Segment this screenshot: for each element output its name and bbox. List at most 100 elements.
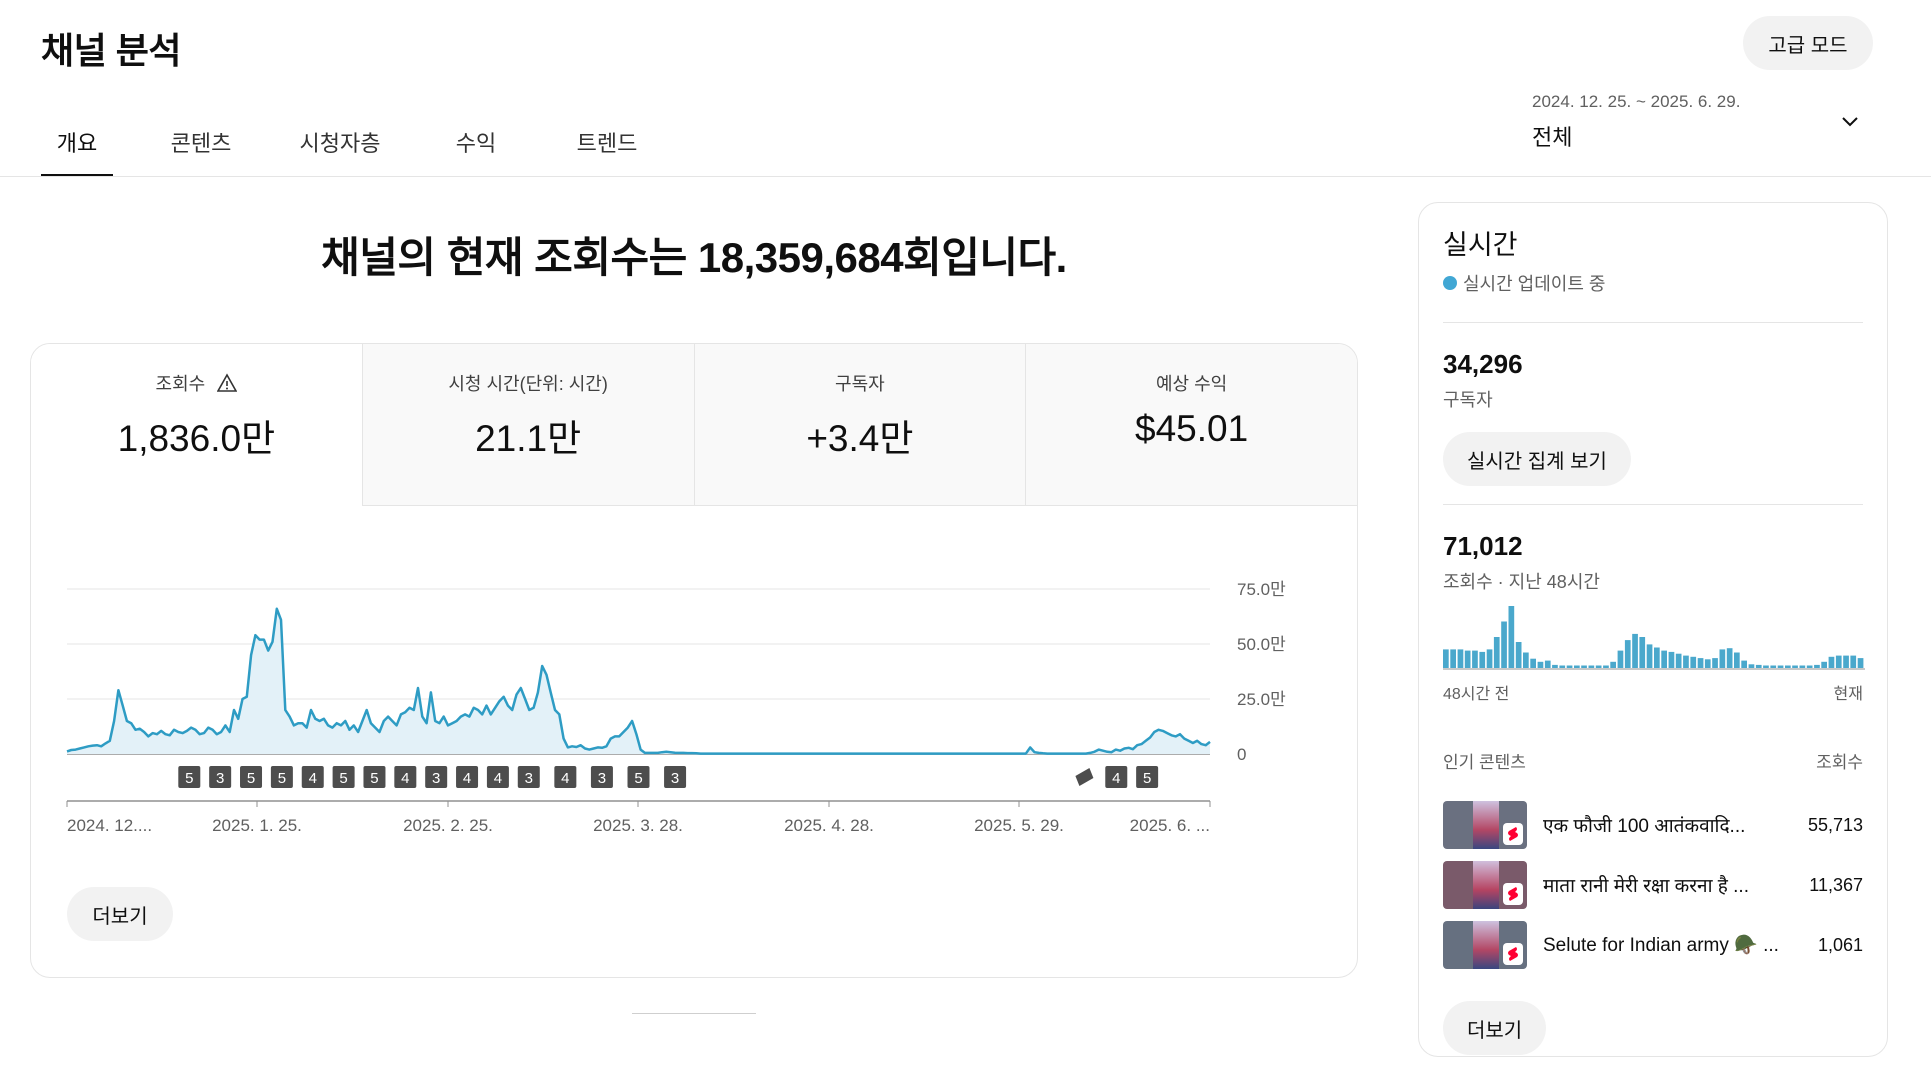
mini-bar: [1712, 658, 1718, 668]
series-area: [67, 608, 1210, 754]
metric-value: +3.4만: [806, 418, 914, 459]
metric-subscribers[interactable]: 구독자 +3.4만: [693, 344, 1026, 506]
mini-bar: [1763, 665, 1769, 668]
realtime-more-button[interactable]: 더보기: [1443, 1001, 1547, 1055]
upload-marker-count: 5: [339, 770, 347, 787]
mini-bar: [1508, 606, 1515, 668]
top-views-label: 조회수: [1816, 753, 1863, 772]
mini-bar: [1683, 655, 1689, 668]
y-tick-label: 50.0만: [1237, 635, 1286, 654]
realtime-card: 실시간 실시간 업데이트 중 34,296 구독자 실시간 집계 보기 71,0…: [1418, 202, 1888, 1057]
top-content-item[interactable]: Selute for Indian army 🪖 ... 1,061: [1443, 921, 1863, 969]
metric-revenue[interactable]: 예상 수익 $45.01: [1025, 344, 1357, 506]
top-content-item[interactable]: माता रानी मेरी रक्षा करना है ... 11,367: [1443, 861, 1863, 909]
upload-marker-count: 4: [309, 770, 317, 787]
upload-marker-count: 3: [216, 770, 224, 787]
metric-tabs: 조회수 1,836.0만 시청 시간(단위: 시간) 21.1만 구독자 +3.…: [31, 344, 1357, 506]
live-dot-icon: [1443, 276, 1457, 290]
mini-bar: [1472, 650, 1478, 668]
mini-bar: [1523, 652, 1529, 668]
realtime-view-button[interactable]: 실시간 집계 보기: [1443, 432, 1631, 486]
x-tick-label: 2024. 12....: [67, 816, 152, 835]
upload-marker-count: 3: [671, 770, 679, 787]
x-tick-label: 2025. 2. 25.: [403, 816, 493, 835]
realtime-subscribers-label: 구독자: [1443, 390, 1493, 410]
upload-marker-count: 5: [185, 770, 193, 787]
top-content-item[interactable]: एक फौजी 100 आतंकवादि... 55,713: [1443, 801, 1863, 849]
mini-bar: [1464, 650, 1471, 668]
mini-bar: [1574, 665, 1580, 668]
upload-marker-count: 5: [247, 770, 255, 787]
mini-bar: [1704, 659, 1711, 668]
x-tick-label: 2025. 1. 25.: [212, 816, 302, 835]
mini-bar: [1544, 660, 1551, 668]
mini-bar: [1814, 664, 1820, 668]
upload-marker-count: 4: [494, 770, 502, 787]
shorts-icon: [1075, 768, 1094, 786]
mini-bar: [1639, 637, 1646, 668]
metric-watch-time[interactable]: 시청 시간(단위: 시간) 21.1만: [361, 344, 694, 506]
mini-bar: [1559, 665, 1566, 668]
mini-bar: [1792, 665, 1798, 668]
date-range-selector[interactable]: 2024. 12. 25. ~ 2025. 6. 29. 전체: [1532, 92, 1862, 152]
top-content-views: 55,713: [1807, 814, 1863, 835]
mini-bar: [1719, 649, 1726, 668]
y-tick-label: 75.0만: [1237, 580, 1286, 599]
mini-bar: [1581, 665, 1587, 668]
upload-marker-count: 3: [598, 770, 606, 787]
mini-chart-start-label: 48시간 전: [1443, 686, 1510, 703]
headline: 채널의 현재 조회수는 18,359,684회입니다.: [321, 234, 1067, 281]
metric-views[interactable]: 조회수 1,836.0만: [31, 344, 362, 506]
overview-card: 조회수 1,836.0만 시청 시간(단위: 시간) 21.1만 구독자 +3.…: [30, 343, 1358, 978]
mini-bar: [1726, 648, 1733, 668]
mini-bar: [1828, 656, 1835, 668]
metric-label: 구독자: [835, 374, 885, 394]
mini-bar: [1734, 652, 1740, 668]
tab-revenue[interactable]: 수익: [454, 110, 498, 177]
video-thumbnail: [1443, 861, 1527, 909]
mini-bar: [1661, 650, 1667, 668]
upload-marker-count: 4: [463, 770, 471, 787]
scroll-indicator: [632, 1013, 756, 1014]
mini-bar: [1632, 633, 1638, 668]
upload-marker-count: 4: [401, 770, 409, 787]
shorts-badge-icon: [1503, 943, 1523, 965]
x-tick-label: 2025. 4. 28.: [784, 816, 874, 835]
upload-marker-count: 5: [634, 770, 642, 787]
realtime-mini-chart[interactable]: [1443, 604, 1865, 670]
mini-bar: [1785, 665, 1791, 668]
metric-label: 예상 수익: [1156, 374, 1228, 394]
mini-bar: [1493, 637, 1500, 668]
upload-marker-count: 4: [561, 770, 569, 787]
advanced-mode-button[interactable]: 고급 모드: [1743, 16, 1873, 70]
top-content-views: 1,061: [1817, 934, 1863, 955]
mini-bar: [1530, 658, 1536, 668]
mini-bar: [1617, 650, 1624, 668]
mini-bar: [1770, 665, 1777, 668]
mini-bar: [1850, 655, 1857, 668]
views-chart[interactable]: 0 25.0만 50.0만 75.0만 5 3 5 5 4 5 5 4 3 4 4 3 4 3 5 3 4 5 2024. …: [31, 506, 1358, 866]
x-tick-label: 2025. 5. 29.: [974, 816, 1064, 835]
warning-icon[interactable]: [217, 373, 238, 393]
more-button[interactable]: 더보기: [67, 887, 173, 941]
realtime-views-label: 조회수 · 지난 48시간: [1443, 572, 1600, 592]
mini-bar: [1799, 665, 1806, 668]
realtime-status: 실시간 업데이트 중: [1443, 270, 1863, 296]
mini-bar: [1777, 665, 1784, 668]
top-content-title: माता रानी मेरी रक्षा करना है ...: [1543, 876, 1749, 897]
mini-bar: [1806, 665, 1813, 668]
mini-bar: [1668, 651, 1675, 668]
y-tick-label: 0: [1237, 745, 1246, 764]
x-tick-label: 2025. 6. ...: [1130, 816, 1210, 835]
tab-trends[interactable]: 트렌드: [574, 110, 640, 177]
mini-bar: [1835, 655, 1842, 668]
upload-marker-count: 5: [370, 770, 378, 787]
date-range-label: 전체: [1532, 125, 1573, 150]
x-tick-label: 2025. 3. 28.: [593, 816, 683, 835]
mini-bar: [1821, 661, 1827, 668]
tab-content[interactable]: 콘텐츠: [168, 110, 234, 177]
tab-audience[interactable]: 시청자층: [298, 110, 382, 177]
tab-overview[interactable]: 개요: [41, 110, 113, 177]
mini-bar: [1595, 665, 1602, 668]
top-content-list: एक फौजी 100 आतंकवादि... 55,713 माता रानी म…: [1443, 801, 1863, 969]
